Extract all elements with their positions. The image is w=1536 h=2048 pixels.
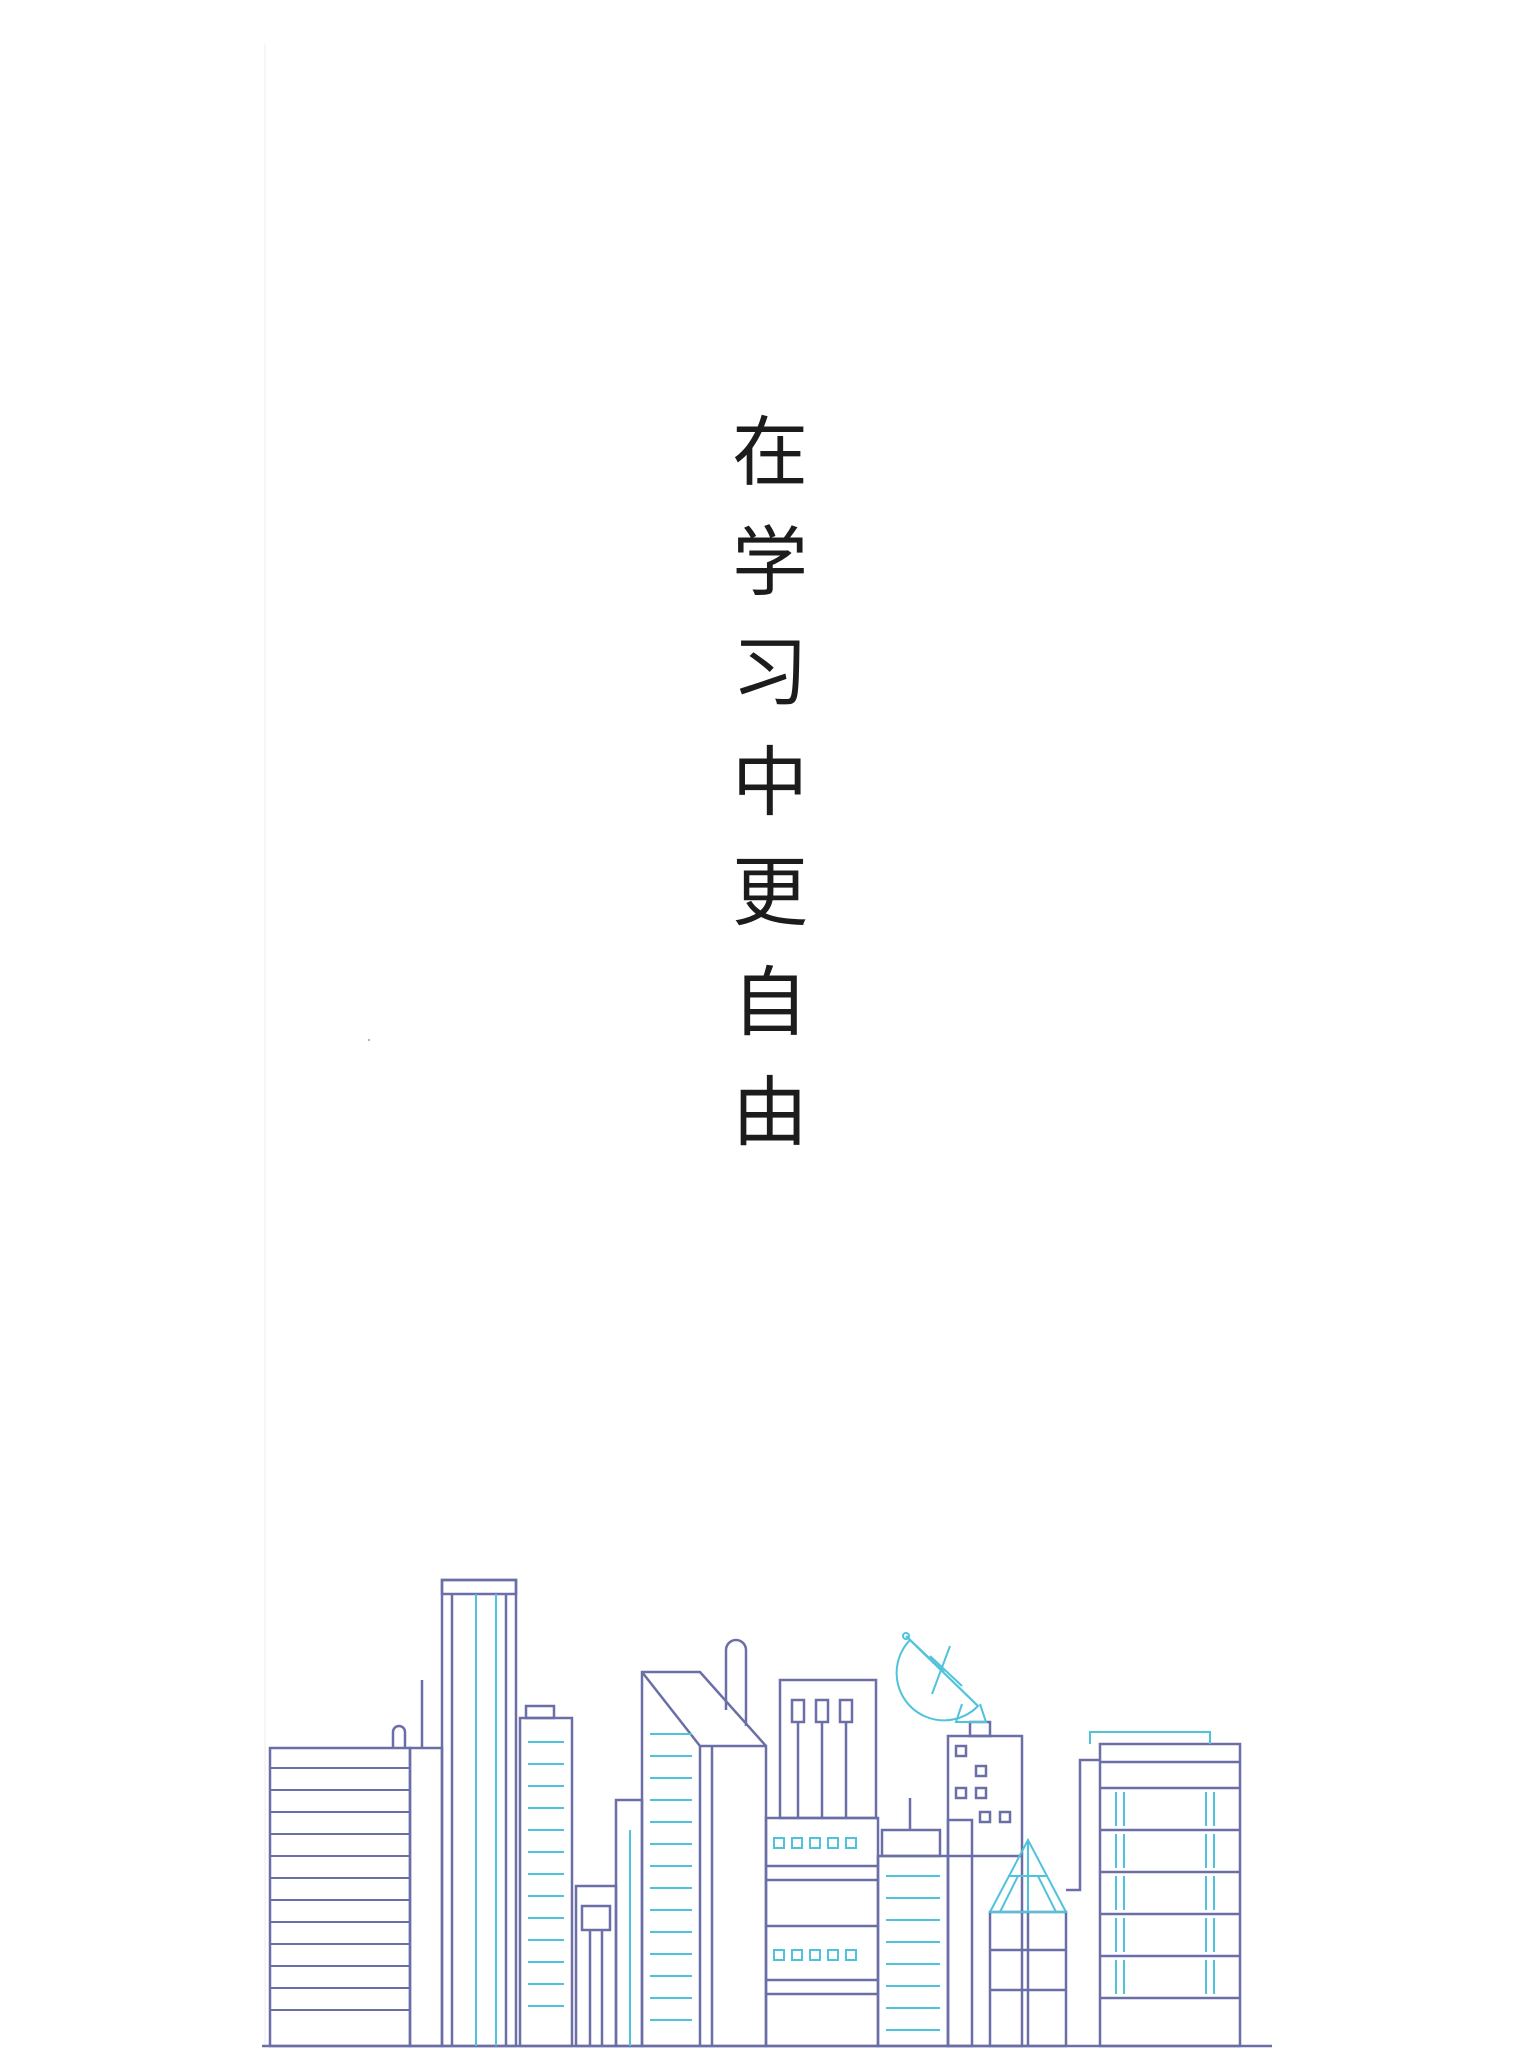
splash-tagline: 在 学 习 中 更 自 由	[700, 398, 840, 1168]
decorative-dot	[368, 1039, 370, 1041]
tagline-char: 自	[732, 958, 808, 1047]
tagline-char: 由	[732, 1068, 808, 1157]
tagline-char: 在	[732, 408, 808, 497]
tagline-char: 更	[732, 848, 808, 937]
tagline-char: 习	[732, 628, 808, 717]
tagline-char: 学	[732, 518, 808, 607]
tagline-char: 中	[732, 738, 808, 827]
cityscape-illustration	[262, 1578, 1272, 2048]
